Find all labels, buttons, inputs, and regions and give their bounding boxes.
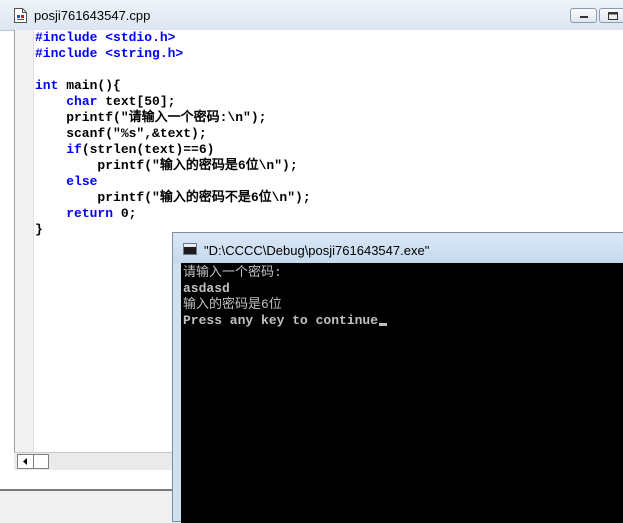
minimize-icon [580,16,588,18]
console-app-icon [183,243,197,255]
horizontal-scrollbar[interactable] [14,452,194,470]
code-line: return 0; [35,206,311,222]
code-text: printf("输入的密码不是6位\n"); [35,190,311,205]
code-text: scanf("%s",&text); [35,126,207,141]
console-screen[interactable]: 请输入一个密码: asdasd 输入的密码是6位 Press any key to c… [181,263,623,523]
code-text: 0; [113,206,137,221]
code-keyword: char [66,94,98,109]
code-text: printf("请输入一个密码:\n"); [35,110,267,125]
console-line: 请输入一个密码: [183,265,387,281]
editor-title: posji761643547.cpp [34,8,151,23]
code-text: text[50]; [97,94,176,109]
console-line: 输入的密码是6位 [183,297,387,313]
code-line: printf("请输入一个密码:\n"); [35,110,311,126]
console-line: Press any key to continue [183,313,388,329]
source-code[interactable]: #include <stdio.h> #include <string.h> int… [35,30,311,238]
code-line: int main(){ [35,78,311,94]
code-keyword: #include <string.h> [35,46,184,61]
code-text: } [35,222,43,237]
console-line-text: Press any key to continue [183,313,379,328]
code-keyword: else [66,174,98,189]
cpp-document-icon [14,8,27,23]
console-line-text: 输入的密码是6位 [183,297,282,312]
code-line: if(strlen(text)==6) [35,142,311,158]
code-keyword: #include <stdio.h> [35,30,176,45]
code-line: printf("输入的密码不是6位\n"); [35,190,311,206]
code-keyword: return [66,206,114,221]
console-titlebar[interactable]: "D:\CCCC\Debug\posji761643547.exe" [173,233,623,263]
console-output: 请输入一个密码: asdasd 输入的密码是6位 Press any key to c… [183,265,388,329]
console-line-text: 请输入一个密码: [183,265,282,280]
code-text: (strlen(text)==6) [81,142,215,157]
editor-gutter [15,30,34,454]
code-line: #include <string.h> [35,46,311,62]
editor-titlebar[interactable]: posji761643547.cpp [0,0,623,31]
minimize-button[interactable] [570,8,597,23]
code-keyword: int [35,78,59,93]
console-line-text: asdasd [183,281,230,296]
code-line: else [35,174,311,190]
scroll-button-divider [33,455,34,468]
maximize-button[interactable] [599,8,623,23]
code-line: char text[50]; [35,94,311,110]
console-cursor [379,323,388,326]
scroll-left-button[interactable] [17,454,49,469]
code-text: main(){ [58,78,121,93]
code-text: printf("输入的密码是6位\n"); [35,158,298,173]
code-line: scanf("%s",&text); [35,126,311,142]
maximize-icon [608,12,618,20]
scroll-left-arrow-icon [23,458,27,465]
console-window[interactable]: "D:\CCCC\Debug\posji761643547.exe" 请输入一个… [172,232,623,523]
console-line: asdasd [183,281,387,297]
code-line: #include <stdio.h> [35,30,311,46]
console-title: "D:\CCCC\Debug\posji761643547.exe" [204,243,430,258]
code-keyword: if [66,142,82,157]
code-line: printf("输入的密码是6位\n"); [35,158,311,174]
